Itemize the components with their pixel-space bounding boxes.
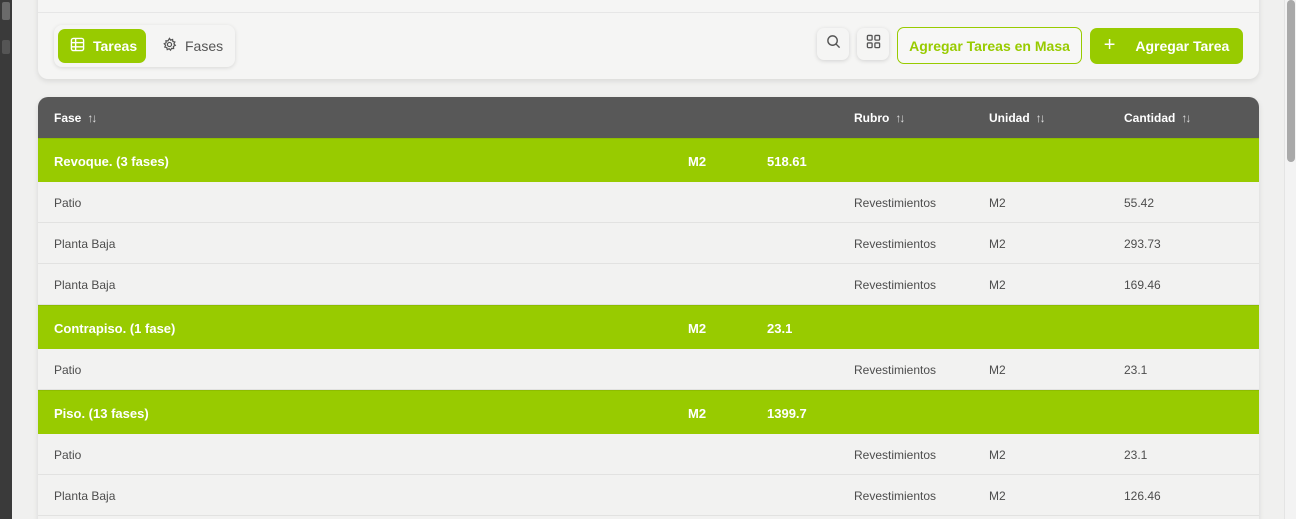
cell-unidad: M2: [989, 488, 1006, 503]
cell-fase: Planta Baja: [54, 488, 116, 503]
cell-rubro: Revestimientos: [854, 447, 937, 462]
table-header: Fase ↑↓ Rubro ↑↓ Unidad ↑↓ Cantidad ↑↓: [38, 97, 1259, 138]
tab-label: Tareas: [93, 38, 138, 54]
column-header-rubro[interactable]: Rubro ↑↓: [854, 97, 905, 138]
cell-cantidad: 126.46: [1124, 488, 1161, 503]
column-label: Rubro: [854, 110, 890, 125]
vertical-scrollbar[interactable]: [1284, 0, 1296, 519]
cell-fase: Planta Baja: [54, 236, 116, 251]
column-label: Unidad: [989, 110, 1030, 125]
cell-cantidad: 23.1: [1124, 362, 1148, 377]
cell-fase: Planta Baja: [54, 277, 116, 292]
add-task-button[interactable]: + Agregar Tarea: [1090, 28, 1243, 64]
cell-rubro: Revestimientos: [854, 488, 937, 503]
cell-rubro: Revestimientos: [854, 277, 937, 292]
tasks-table: Fase ↑↓ Rubro ↑↓ Unidad ↑↓ Cantidad ↑↓ R…: [38, 97, 1259, 519]
table-row[interactable]: Planta Baja Revestimientos M2 126.46: [38, 475, 1259, 516]
column-label: Fase: [54, 110, 82, 125]
tab-tareas[interactable]: Tareas: [58, 29, 146, 63]
group-title: Revoque. (3 fases): [54, 153, 169, 169]
table-row[interactable]: Planta Baja Revestimientos M2 293.73: [38, 223, 1259, 264]
group-cantidad: 518.61: [767, 153, 807, 169]
gear-icon: [162, 37, 177, 55]
group-cantidad: 1399.7: [767, 405, 807, 421]
cell-fase: Patio: [54, 195, 82, 210]
toolbar-card: Tareas Fases Agregar Tareas en Masa + Ag…: [38, 0, 1259, 79]
sort-icon: ↑↓: [1035, 110, 1046, 125]
cell-rubro: Revestimientos: [854, 362, 937, 377]
view-toggle: Tareas Fases: [54, 25, 235, 67]
cell-cantidad: 169.46: [1124, 277, 1161, 292]
table-row[interactable]: Patio Revestimientos M2 23.1: [38, 349, 1259, 390]
grid-icon: [866, 34, 881, 54]
search-button[interactable]: [817, 28, 849, 60]
search-icon: [826, 34, 841, 54]
table-row[interactable]: Patio Revestimientos M2 55.42: [38, 182, 1259, 223]
group-row-revoque[interactable]: Revoque. (3 fases) M2 518.61: [38, 138, 1259, 182]
cell-unidad: M2: [989, 195, 1006, 210]
group-cantidad: 23.1: [767, 320, 793, 336]
cell-cantidad: 23.1: [1124, 447, 1148, 462]
cell-cantidad: 55.42: [1124, 195, 1155, 210]
group-row-piso[interactable]: Piso. (13 fases) M2 1399.7: [38, 390, 1259, 434]
group-title: Contrapiso. (1 fase): [54, 320, 176, 336]
cell-fase: Patio: [54, 447, 82, 462]
group-unidad: M2: [688, 405, 707, 421]
grid-view-button[interactable]: [857, 28, 889, 60]
strip-mark: [2, 2, 10, 20]
column-header-cantidad[interactable]: Cantidad ↑↓: [1124, 97, 1191, 138]
scrollbar-thumb[interactable]: [1287, 0, 1295, 162]
group-unidad: M2: [688, 320, 707, 336]
cell-fase: Patio: [54, 362, 82, 377]
table-icon: [70, 37, 85, 55]
tab-fases[interactable]: Fases: [150, 29, 235, 63]
bulk-add-label: Agregar Tareas en Masa: [909, 37, 1070, 54]
cell-cantidad: 293.73: [1124, 236, 1161, 251]
cell-rubro: Revestimientos: [854, 236, 937, 251]
bulk-add-tasks-button[interactable]: Agregar Tareas en Masa: [897, 27, 1082, 64]
add-task-label: Agregar Tarea: [1135, 38, 1230, 54]
strip-mark: [2, 40, 10, 54]
toolbar-divider: [38, 12, 1259, 13]
cell-unidad: M2: [989, 277, 1006, 292]
group-unidad: M2: [688, 153, 707, 169]
table-row[interactable]: Planta Baja Revestimientos M2 169.46: [38, 264, 1259, 305]
cell-rubro: Revestimientos: [854, 195, 937, 210]
column-label: Cantidad: [1124, 110, 1176, 125]
sort-icon: ↑↓: [87, 110, 97, 125]
group-title: Piso. (13 fases): [54, 405, 149, 421]
group-row-contrapiso[interactable]: Contrapiso. (1 fase) M2 23.1: [38, 305, 1259, 349]
table-row[interactable]: Patio Revestimientos M2 23.1: [38, 434, 1259, 475]
sort-icon: ↑↓: [1181, 110, 1191, 125]
cell-unidad: M2: [989, 447, 1006, 462]
sort-icon: ↑↓: [895, 110, 905, 125]
column-header-fase[interactable]: Fase ↑↓: [54, 97, 97, 138]
cell-unidad: M2: [989, 236, 1006, 251]
tab-label: Fases: [185, 38, 224, 54]
column-header-unidad[interactable]: Unidad ↑↓: [989, 97, 1046, 138]
cell-unidad: M2: [989, 362, 1006, 377]
left-edge-strip: [0, 0, 12, 519]
plus-icon: +: [1103, 34, 1116, 56]
